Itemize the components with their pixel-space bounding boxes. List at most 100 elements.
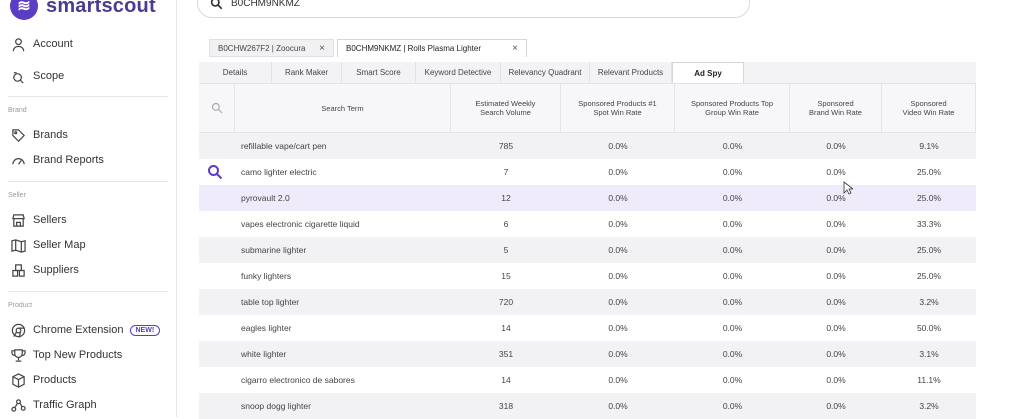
cell-sp-top-group-win-rate: 0.0%: [722, 349, 743, 359]
sidebar-item-label: Brands: [33, 129, 68, 141]
section-label-product: Product: [8, 302, 33, 309]
cell-sp-spot-win-rate: 0.0%: [608, 375, 628, 385]
cell-search-term: white lighter: [241, 349, 287, 359]
sidebar-item-label: Sellers: [33, 214, 67, 226]
cell-search-term: funky lighters: [241, 271, 292, 281]
table-row[interactable]: pyrovault 2.0 12 0.0% 0.0% 0.0% 25.0%: [199, 185, 976, 211]
cell-search-volume: 785: [498, 141, 514, 151]
cell-search-term: snoop dogg lighter: [241, 401, 311, 411]
search-icon[interactable]: [207, 164, 223, 180]
smartscout-logo-icon: ≋: [10, 0, 38, 20]
column-header-brand-win-rate[interactable]: Sponsored Brand Win Rate: [790, 84, 882, 132]
cell-search-term: cigarro electronico de sabores: [241, 375, 355, 385]
sidebar-item-suppliers[interactable]: Suppliers: [10, 262, 79, 278]
header-search-cell[interactable]: [199, 84, 235, 132]
cell-sp-spot-win-rate: 0.0%: [608, 401, 628, 411]
cell-search-volume: 12: [501, 193, 511, 203]
column-header-sp-spot-win-rate[interactable]: Sponsored Products #1 Spot Win Rate: [561, 84, 675, 132]
table-row[interactable]: submarine lighter 5 0.0% 0.0% 0.0% 25.0%: [199, 237, 976, 263]
cell-video-win-rate: 25.0%: [916, 167, 942, 177]
cell-video-win-rate: 3.2%: [919, 297, 939, 307]
search-input[interactable]: [231, 0, 711, 9]
tab-rank-maker[interactable]: Rank Maker: [272, 62, 342, 83]
cell-video-win-rate: 33.3%: [916, 219, 942, 229]
tab-relevant-products[interactable]: Relevant Products: [590, 62, 672, 83]
product-tab-active[interactable]: B0CHM9NKMZ | Rolls Plasma Lighter ×: [337, 39, 527, 57]
column-header-video-win-rate[interactable]: Sponsored Video Win Rate: [882, 84, 976, 132]
table-row[interactable]: vapes electronic cigarette liquid 6 0.0% 0.…: [199, 211, 976, 237]
table-row[interactable]: funky lighters 15 0.0% 0.0% 0.0% 25.0%: [199, 263, 976, 289]
table-row[interactable]: table top lighter 720 0.0% 0.0% 0.0% 3.2%: [199, 289, 976, 315]
sidebar-item-brands[interactable]: Brands: [10, 127, 68, 143]
tab-relevancy-quadrant[interactable]: Relevancy Quadrant: [501, 62, 590, 83]
cell-search-term: table top lighter: [241, 297, 300, 307]
section-label-seller: Seller: [8, 192, 26, 199]
column-header-search-term[interactable]: Search Term: [235, 84, 451, 132]
cell-video-win-rate: 25.0%: [916, 193, 942, 203]
cell-video-win-rate: 3.1%: [919, 349, 939, 359]
cell-sp-spot-win-rate: 0.0%: [608, 349, 628, 359]
table-row[interactable]: eagles lighter 14 0.0% 0.0% 0.0% 50.0%: [199, 315, 976, 341]
sidebar-item-traffic-graph[interactable]: Traffic Graph: [10, 397, 97, 413]
cell-brand-win-rate: 0.0%: [826, 141, 846, 151]
table-row[interactable]: white lighter 351 0.0% 0.0% 0.0% 3.1%: [199, 341, 976, 367]
cell-video-win-rate: 11.1%: [917, 375, 941, 385]
cell-sp-top-group-win-rate: 0.0%: [722, 323, 743, 333]
sidebar-item-brand-reports[interactable]: Brand Reports: [10, 152, 104, 168]
logo[interactable]: ≋ smartscout: [10, 0, 156, 20]
cell-brand-win-rate: 0.0%: [826, 167, 846, 177]
store-icon: [10, 212, 26, 228]
sidebar-item-label: Chrome Extension: [33, 324, 124, 336]
table-row[interactable]: snoop dogg lighter 318 0.0% 0.0% 0.0% 3.2%: [199, 393, 976, 419]
sidebar-item-seller-map[interactable]: Seller Map: [10, 237, 86, 253]
cell-sp-spot-win-rate: 0.0%: [608, 219, 628, 229]
cell-search-volume: 15: [501, 271, 511, 281]
cell-sp-spot-win-rate: 0.0%: [608, 167, 628, 177]
sidebar-item-label: Suppliers: [33, 264, 79, 276]
divider: [8, 291, 168, 292]
sidebar-item-top-new-products[interactable]: Top New Products: [10, 347, 122, 363]
column-header-search-volume[interactable]: Estimated Weekly Search Volume: [451, 84, 561, 132]
sidebar-item-label: Top New Products: [33, 349, 123, 361]
sidebar-item-sellers[interactable]: Sellers: [10, 212, 67, 228]
product-tab[interactable]: B0CHW267F2 | Zoocura ×: [209, 39, 334, 57]
cell-sp-top-group-win-rate: 0.0%: [722, 141, 743, 151]
cell-sp-spot-win-rate: 0.0%: [608, 323, 628, 333]
table-row[interactable]: cigarro electronico de sabores 14 0.0% 0.0%…: [199, 367, 976, 393]
section-label-brand: Brand: [8, 107, 27, 114]
cell-brand-win-rate: 0.0%: [826, 401, 846, 411]
cell-brand-win-rate: 0.0%: [826, 193, 846, 203]
cell-video-win-rate: 25.0%: [916, 245, 942, 255]
new-badge: NEW!: [129, 324, 161, 336]
cell-sp-spot-win-rate: 0.0%: [608, 245, 628, 255]
sidebar-item-label: Brand Reports: [33, 154, 104, 166]
tab-keyword-detective[interactable]: Keyword Detective: [416, 62, 501, 83]
tab-ad-spy[interactable]: Ad Spy: [672, 62, 744, 83]
cell-sp-top-group-win-rate: 0.0%: [722, 271, 743, 281]
sidebar-item-products[interactable]: Products: [10, 372, 76, 388]
product-tab-label: B0CHM9NKMZ | Rolls Plasma Lighter: [346, 44, 482, 53]
cell-search-term: vapes electronic cigarette liquid: [241, 219, 360, 229]
mouse-cursor-icon: [843, 181, 853, 195]
cell-sp-top-group-win-rate: 0.0%: [722, 375, 743, 385]
cell-video-win-rate: 9.1%: [919, 141, 939, 151]
close-icon[interactable]: ×: [512, 43, 518, 54]
sidebar-item-scope[interactable]: Scope: [10, 68, 64, 84]
asin-search-bar[interactable]: [197, 0, 750, 18]
tab-smart-score[interactable]: Smart Score: [342, 62, 416, 83]
sidebar-item-label: Products: [33, 374, 77, 386]
table-row[interactable]: refillable vape/cart pen 785 0.0% 0.0% 0.0% 9…: [199, 133, 976, 159]
close-icon[interactable]: ×: [319, 43, 325, 54]
cell-video-win-rate: 3.2%: [919, 401, 939, 411]
cell-brand-win-rate: 0.0%: [826, 297, 846, 307]
cell-search-volume: 14: [501, 375, 511, 385]
search-icon: [211, 102, 222, 114]
sidebar-item-account[interactable]: Account: [10, 36, 73, 52]
cell-search-volume: 5: [503, 245, 509, 255]
column-header-sp-top-group-win-rate[interactable]: Sponsored Products Top Group Win Rate: [675, 84, 790, 132]
cell-brand-win-rate: 0.0%: [826, 219, 846, 229]
sidebar-item-chrome-extension[interactable]: Chrome Extension NEW!: [10, 322, 161, 338]
tab-details[interactable]: Details: [199, 62, 272, 83]
gauge-icon: [10, 152, 26, 168]
table-row[interactable]: camo lighter electric 7 0.0% 0.0% 0.0% 25.0%: [199, 159, 976, 185]
